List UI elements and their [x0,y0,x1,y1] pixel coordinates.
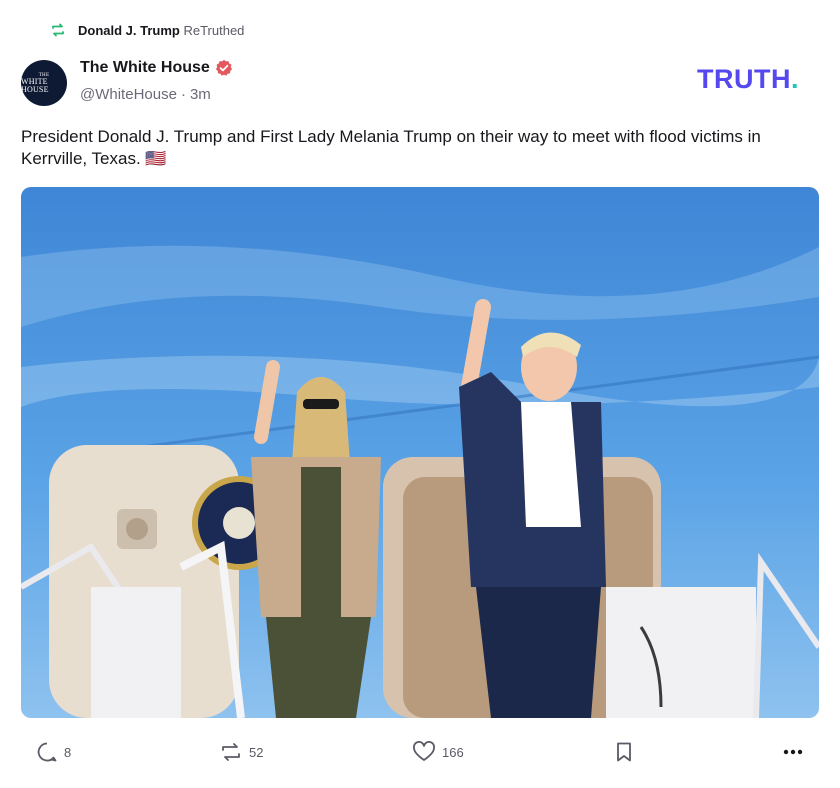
heart-icon [413,741,435,761]
reply-icon [37,742,57,762]
bookmark-button[interactable] [614,741,634,763]
author-name-row: The White House [80,59,233,77]
retruth-text: Donald J. Trump ReTruthed [78,23,244,38]
post-timestamp[interactable]: 3m [190,86,211,103]
post-photo-illustration [21,187,819,718]
bookmark-icon [617,742,631,762]
post-image[interactable] [21,187,819,718]
like-button[interactable]: 166 [412,741,464,763]
retruth-icon [222,743,240,761]
truth-logo-dot: . [790,64,799,94]
truth-logo-text: TRUTH [697,64,791,94]
retruth-count: 52 [249,744,264,760]
author-display-name[interactable]: The White House [80,59,210,77]
author-meta: @WhiteHouse · 3m [80,86,211,103]
retruth-icon [50,22,66,38]
truth-logo[interactable]: TRUTH. [697,64,799,95]
retruth-user-link[interactable]: Donald J. Trump [78,23,180,38]
action-bar: 8 52 166 [0,735,840,771]
retruth-button[interactable]: 52 [219,741,263,763]
meta-separator: · [180,86,186,103]
avatar[interactable]: THE WHITE HOUSE [21,60,67,106]
reply-count: 8 [64,744,72,760]
avatar-text-main: WHITE HOUSE [21,76,49,94]
post-text: President Donald J. Trump and First Lady… [21,127,761,168]
author-handle[interactable]: @WhiteHouse [80,86,177,103]
more-icon [783,749,803,755]
like-count: 166 [442,744,464,760]
more-options-button[interactable] [782,741,804,763]
retruth-label: ReTruthed [183,22,245,38]
reply-button[interactable]: 8 [36,741,71,763]
verified-badge-icon [215,59,232,76]
retruth-header: Donald J. Trump ReTruthed [50,20,244,40]
